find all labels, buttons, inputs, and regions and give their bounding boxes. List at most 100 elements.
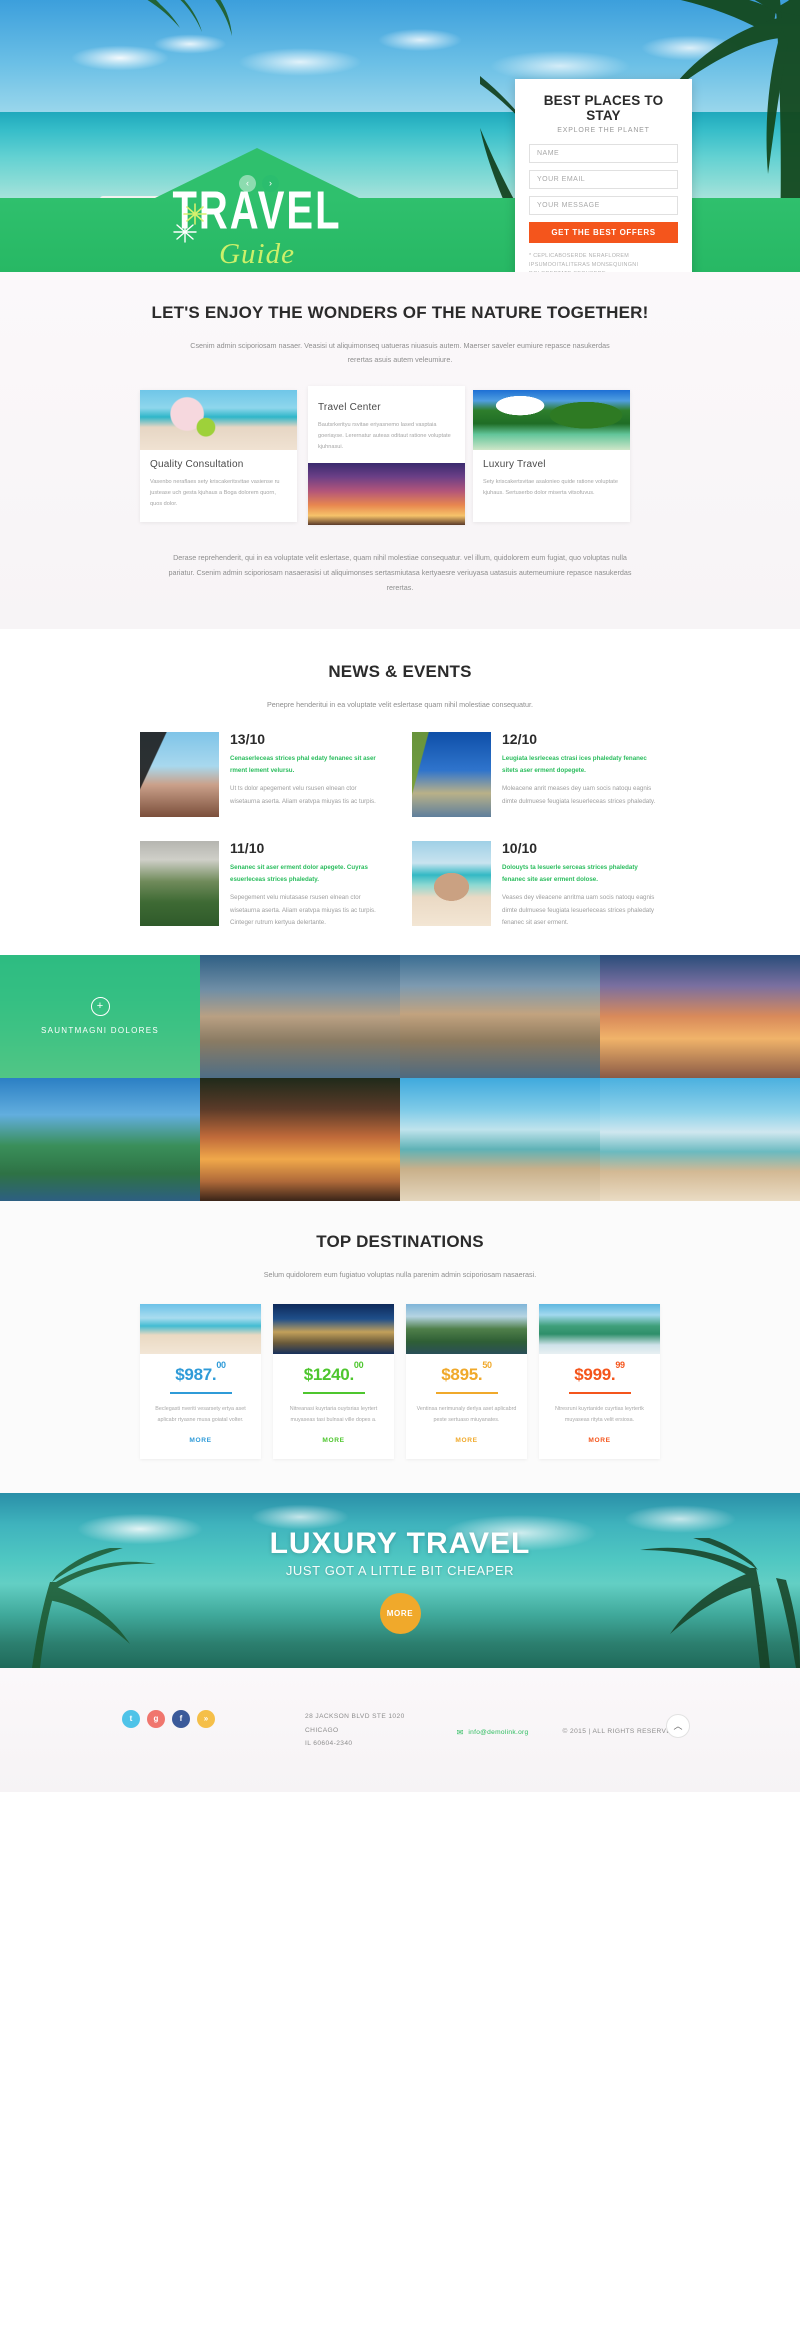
more-button[interactable]: MORE [455,1437,477,1444]
photo-gallery: + SAUNTMAGNI DOLORES [0,954,800,1201]
gallery-item-beach-umbrella[interactable] [400,1077,600,1201]
palm-sunset-photo [308,463,465,526]
price-cents: 50 [482,1360,492,1371]
destination-description: Ntresruni kuyrtanide cuyrtias leyrtertk … [555,1406,644,1424]
news-item[interactable]: 11/10 Senanec sit aser erment dolor apeg… [140,841,388,928]
news-item[interactable]: 10/10 Dolouyts ta lesuerle serceas stric… [412,841,660,928]
destination-card[interactable]: $1240.00 Nitreanasi kuyrtaria ouytsrias … [273,1304,394,1459]
destinations-heading: TOP DESTINATIONS [316,1231,484,1251]
beach-girl-photo [140,389,297,450]
card-title: Travel Center [318,401,381,413]
gallery-item-canal-city-2[interactable] [400,954,600,1078]
more-button[interactable]: MORE [588,1437,610,1444]
gallery-overlay[interactable]: + SAUNTMAGNI DOLORES [0,954,200,1078]
gallery-item-palm-sunset[interactable] [200,1077,400,1201]
palm-tree-left-icon [147,0,232,36]
news-section: NEWS & EVENTS Penepre henderitui in ea v… [0,629,800,955]
slider-next-icon[interactable]: › [262,175,279,192]
banner-content: LUXURY TRAVEL JUST GOT A LITTLE BIT CHEA… [0,1493,800,1668]
news-lead: Penepre henderitui in ea voluptate velit… [266,700,534,710]
price-main: $1240. [303,1365,355,1385]
eiffel-day-photo [412,732,491,818]
gallery-item-temple-lake[interactable] [0,1077,200,1201]
get-offers-button[interactable]: GET THE BEST OFFERS [529,222,678,243]
nature-section: LET'S ENJOY THE WONDERS OF THE NATURE TO… [0,272,800,630]
news-headline[interactable]: Senanec sit aser erment dolor apegete. C… [230,862,388,885]
destinations-section: TOP DESTINATIONS Selum quidolorem eum fu… [0,1200,800,1493]
green-mountains-photo [406,1304,527,1355]
resort-pool-photo [539,1304,660,1355]
mountains-photo [140,841,219,927]
destination-description: Beclegasti nveriti vesarsety ertya aset … [155,1406,246,1424]
destinations-grid: $987.00 Beclegasti nveriti vesarsety ert… [140,1304,660,1459]
feature-card-quality-consultation[interactable]: Quality Consultation Vasenbo neraflaes s… [140,389,297,522]
more-button[interactable]: MORE [322,1437,344,1444]
news-date: 13/10 [230,731,266,748]
card-text: Sety kriscakertsvitae asalonieo quide ra… [483,478,618,496]
price-main: $895. [441,1365,483,1385]
gallery-item-beach-umbrella-2[interactable] [600,1077,800,1201]
gallery-caption: SAUNTMAGNI DOLORES [40,1026,160,1036]
news-headline[interactable]: Leugiata lesrleceas ctrasi ices phaledat… [502,753,660,776]
news-item[interactable]: 13/10 Cenaserleceas strices phal edaty f… [140,731,388,818]
nature-lead: Csenim admin sciporiosam nasaer. Veasisi… [190,340,610,365]
news-headline[interactable]: Cenaserleceas strices phal edaty fenanec… [230,753,388,776]
booking-form[interactable]: BEST PLACES TO STAY EXPLORE THE PLANET G… [515,79,692,272]
social-links: t g f » [122,1709,215,1728]
news-date: 11/10 [230,840,265,857]
plus-icon[interactable]: + [90,997,110,1017]
address-line-3: IL 60604-2340 [305,1740,353,1748]
site-footer: t g f » 28 JACKSON BLVD STE 1020 CHICAGO… [0,1667,800,1792]
price-cents: 00 [216,1360,226,1371]
news-body-text: Sepegement velu miutasase rsusen elnean … [230,894,376,926]
email-input[interactable] [529,170,678,189]
copyright-text: © 2015 | ALL RIGHTS RESERVED [562,1727,677,1735]
card-text: Vasenbo neraflaes sety kriscakeritsvitae… [150,478,280,508]
twitter-icon[interactable]: t [122,1709,140,1728]
news-item[interactable]: 12/10 Leugiata lesrleceas ctrasi ices ph… [412,731,660,818]
envelope-icon: ✉ [456,1727,464,1737]
destination-price: $895.50 [415,1361,518,1385]
destination-card[interactable]: $987.00 Beclegasti nveriti vesarsety ert… [140,1304,261,1459]
destination-description: Nitreanasi kuyrtaria ouytsrias leyrtert … [289,1406,378,1424]
email-link[interactable]: info@demolink.org [468,1729,528,1736]
price-cents: 99 [615,1360,625,1371]
gallery-item-featured[interactable]: + SAUNTMAGNI DOLORES [0,954,200,1078]
gallery-item-canal-city[interactable] [200,954,400,1078]
footer-address: 28 JACKSON BLVD STE 1020 CHICAGO IL 6060… [305,1710,405,1752]
nature-heading: LET'S ENJOY THE WONDERS OF THE NATURE TO… [151,303,649,322]
name-input[interactable] [529,144,678,163]
slider-prev-icon[interactable]: ‹ [239,175,256,192]
destination-price: $1240.00 [282,1361,385,1385]
price-cents: 00 [353,1360,364,1371]
banner-more-button[interactable]: MORE [379,1592,421,1634]
eiffel-couple-photo [140,732,219,818]
chevron-up-icon: ︿ [673,1721,683,1732]
banner-title: LUXURY TRAVEL [269,1526,531,1560]
more-button[interactable]: MORE [189,1437,211,1444]
facebook-icon[interactable]: f [172,1709,190,1728]
google-plus-icon[interactable]: g [147,1709,165,1728]
rss-icon[interactable]: » [197,1709,215,1728]
destination-card[interactable]: $999.99 Ntresruni kuyrtanide cuyrtias le… [539,1304,660,1459]
news-date: 12/10 [502,731,538,748]
feature-card-luxury-travel[interactable]: Luxury Travel Sety kriscakertsvitae asal… [473,389,630,522]
hero-section: ‹ › TRAVEL Guide BEST PLACES TO STAY EXP… [0,0,800,272]
feature-card-travel-center[interactable]: Travel Center Bautsrkerityu rsvitae eriy… [308,385,465,526]
price-main: $987. [175,1365,217,1385]
footer-email-block[interactable]: ✉ info@demolink.org [457,1728,529,1737]
scroll-to-top-button[interactable]: ︿ [666,1713,690,1738]
form-title: BEST PLACES TO STAY [543,93,664,123]
news-headline[interactable]: Dolouyts ta lesuerle serceas strices pha… [502,862,660,885]
gallery-item-sunset-bay[interactable] [600,954,800,1078]
white-beach-photo [140,1304,261,1355]
price-underline [302,1392,365,1395]
hero-slider-controls[interactable]: ‹ › [239,175,279,192]
destination-price: $999.99 [548,1361,651,1383]
destination-card[interactable]: $895.50 Ventinsa nerimunaly derlya aset … [406,1304,527,1459]
news-grid: 13/10 Cenaserleceas strices phal edaty f… [140,732,660,928]
price-underline [169,1392,232,1395]
message-input[interactable] [529,196,678,215]
luxury-banner: LUXURY TRAVEL JUST GOT A LITTLE BIT CHEA… [0,1492,800,1668]
banner-subtitle: JUST GOT A LITTLE BIT CHEAPER [285,1562,515,1578]
